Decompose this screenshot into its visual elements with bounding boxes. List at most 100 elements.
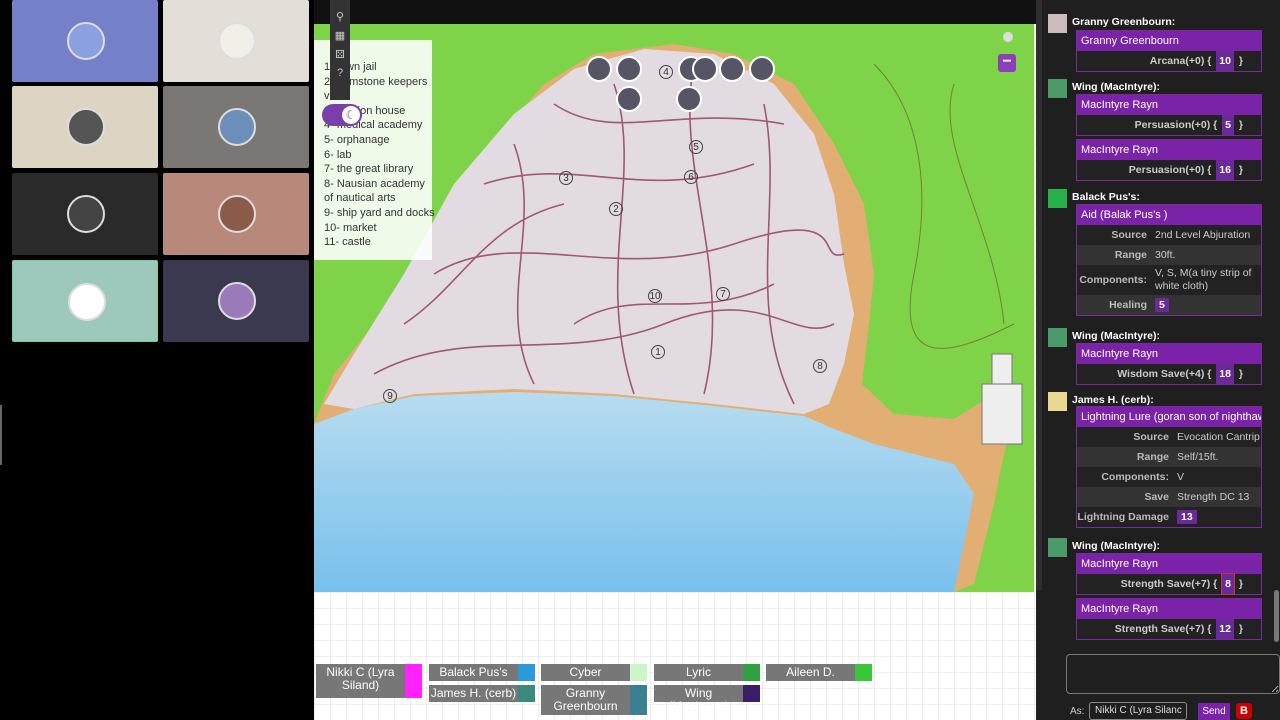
avatar	[1048, 79, 1067, 98]
map-number-label: 7	[716, 287, 730, 301]
field-value: 30ft.	[1155, 248, 1176, 261]
character-token[interactable]	[692, 56, 718, 82]
player-color	[743, 685, 760, 702]
player-name: Granny Greenbourn	[553, 686, 618, 713]
avatar	[68, 283, 106, 321]
video-tile[interactable]	[12, 173, 158, 255]
field-value: 2nd Level Abjuration	[1155, 228, 1251, 241]
field-label: Source	[1133, 431, 1169, 443]
avatar	[1048, 14, 1067, 33]
player-badge[interactable]: James H. (cerb)	[429, 685, 535, 702]
field-value: V, S, M(a tiny strip of white cloth)	[1155, 267, 1252, 292]
player-badge[interactable]: Nikki C (Lyra Siland)	[316, 664, 422, 698]
roll-line: Persuasion(+0) { 16 }	[1077, 160, 1261, 180]
avatar	[67, 108, 105, 146]
avatar	[1048, 392, 1067, 411]
roll-result[interactable]: 12	[1216, 619, 1234, 639]
dice-icon[interactable]: ⚄	[335, 48, 345, 61]
chat-scrollbar[interactable]	[1274, 590, 1279, 642]
card-title: Granny Greenbourn	[1077, 31, 1261, 51]
search-icon[interactable]: ⚲	[336, 10, 344, 23]
roll-line: Persuasion(+0) { 5 }	[1077, 115, 1261, 135]
player-badge[interactable]: Granny Greenbourn	[541, 685, 647, 715]
player-name: James H. (cerb)	[430, 686, 517, 700]
zoom-control[interactable]: −	[996, 30, 1018, 76]
speaking-as-select[interactable]: Nikki C (Lyra Silanc ⌄	[1089, 702, 1187, 720]
card-title: MacIntyre Rayn	[1077, 95, 1261, 115]
roll-result[interactable]: 10	[1216, 51, 1234, 71]
avatar	[218, 108, 256, 146]
legend-item: of nautical arts	[324, 192, 396, 205]
character-token[interactable]	[586, 56, 612, 82]
field-label: Lightning Damage	[1077, 511, 1169, 523]
avatar	[218, 195, 256, 233]
character-token[interactable]	[676, 86, 702, 112]
video-tile[interactable]	[163, 173, 309, 255]
send-button[interactable]: Send	[1198, 703, 1230, 720]
player-color	[630, 664, 647, 681]
roll-card: MacIntyre Rayn Strength Save(+7) { 12 }	[1076, 598, 1262, 640]
grid-icon[interactable]: ▦	[335, 29, 345, 42]
character-token[interactable]	[749, 56, 775, 82]
video-tile[interactable]	[12, 260, 158, 342]
player-name: Nikki C (Lyra Siland)	[326, 665, 395, 692]
player-badge[interactable]: Lyric	[654, 664, 760, 681]
video-tile[interactable]	[163, 260, 309, 342]
legend-item: 9- ship yard and docks	[324, 206, 435, 219]
player-color	[630, 685, 647, 715]
roll-line: Arcana(+0) { 10 }	[1077, 51, 1261, 71]
roll-result[interactable]: 5	[1222, 115, 1234, 135]
roll-card: MacIntyre Rayn Wisdom Save(+4) { 18 }	[1076, 343, 1262, 385]
field-label: Components:	[1101, 471, 1169, 483]
roll-result[interactable]: 8	[1221, 573, 1235, 595]
map-number-label: 2	[609, 202, 623, 216]
player-badge[interactable]: Wing (MacIntyre)	[654, 685, 760, 713]
legend-item: 11- castle	[324, 236, 371, 249]
player-color	[518, 685, 535, 702]
map-canvas[interactable]: 1- town jail 2- gemstone keepers vault 3…	[314, 0, 1036, 720]
roll-result[interactable]: 13	[1177, 509, 1197, 524]
roll-result[interactable]: 5	[1155, 297, 1169, 312]
map-topbar	[314, 0, 1036, 24]
player-badge[interactable]: Cyber	[541, 664, 647, 681]
moon-icon: ☾	[342, 106, 360, 124]
character-token[interactable]	[616, 86, 642, 112]
panel-divider[interactable]	[1036, 0, 1042, 590]
video-tile[interactable]	[12, 86, 158, 168]
field-value: V	[1177, 470, 1185, 483]
player-name: Aileen D.	[786, 665, 835, 679]
panel-handle[interactable]	[0, 405, 8, 465]
card-title: MacIntyre Rayn	[1077, 140, 1261, 160]
avatar	[67, 195, 105, 233]
player-name: Balack Pus's	[439, 665, 508, 679]
map-number-label: 10	[648, 289, 662, 303]
legend-item: 6- lab	[324, 148, 352, 161]
roll-result[interactable]: 18	[1216, 364, 1234, 384]
avatar	[1048, 538, 1067, 557]
player-badge[interactable]: Aileen D.	[766, 664, 872, 681]
roll-result[interactable]: 16	[1216, 160, 1234, 180]
card-title: MacIntyre Rayn	[1077, 344, 1261, 364]
message-sender: Balack Pus's:	[1072, 191, 1140, 203]
character-token[interactable]	[719, 56, 745, 82]
player-badge[interactable]: Balack Pus's	[429, 664, 535, 681]
help-icon[interactable]: ?	[337, 67, 343, 79]
character-token[interactable]	[616, 56, 642, 82]
field-value: Evocation Cantrip	[1177, 430, 1260, 443]
map-number-label: 9	[383, 389, 397, 403]
chat-input[interactable]	[1066, 654, 1280, 694]
message-sender: Wing (MacIntyre):	[1072, 330, 1160, 342]
video-panel	[0, 0, 313, 720]
card-title: Aid (Balak Pus's )	[1077, 205, 1261, 225]
legend-item: 10- market	[324, 221, 377, 234]
avatar	[218, 282, 256, 320]
message-sender: Granny Greenbourn:	[1072, 16, 1176, 28]
zoom-slider-knob[interactable]	[1003, 32, 1013, 42]
beyond-icon[interactable]: B	[1236, 703, 1252, 719]
player-color	[743, 664, 760, 681]
video-tile[interactable]	[163, 86, 309, 168]
zoom-out-button[interactable]: −	[998, 54, 1016, 72]
dark-mode-toggle[interactable]: ☾	[322, 104, 362, 126]
video-tile[interactable]	[163, 0, 309, 82]
video-tile[interactable]	[12, 0, 158, 82]
